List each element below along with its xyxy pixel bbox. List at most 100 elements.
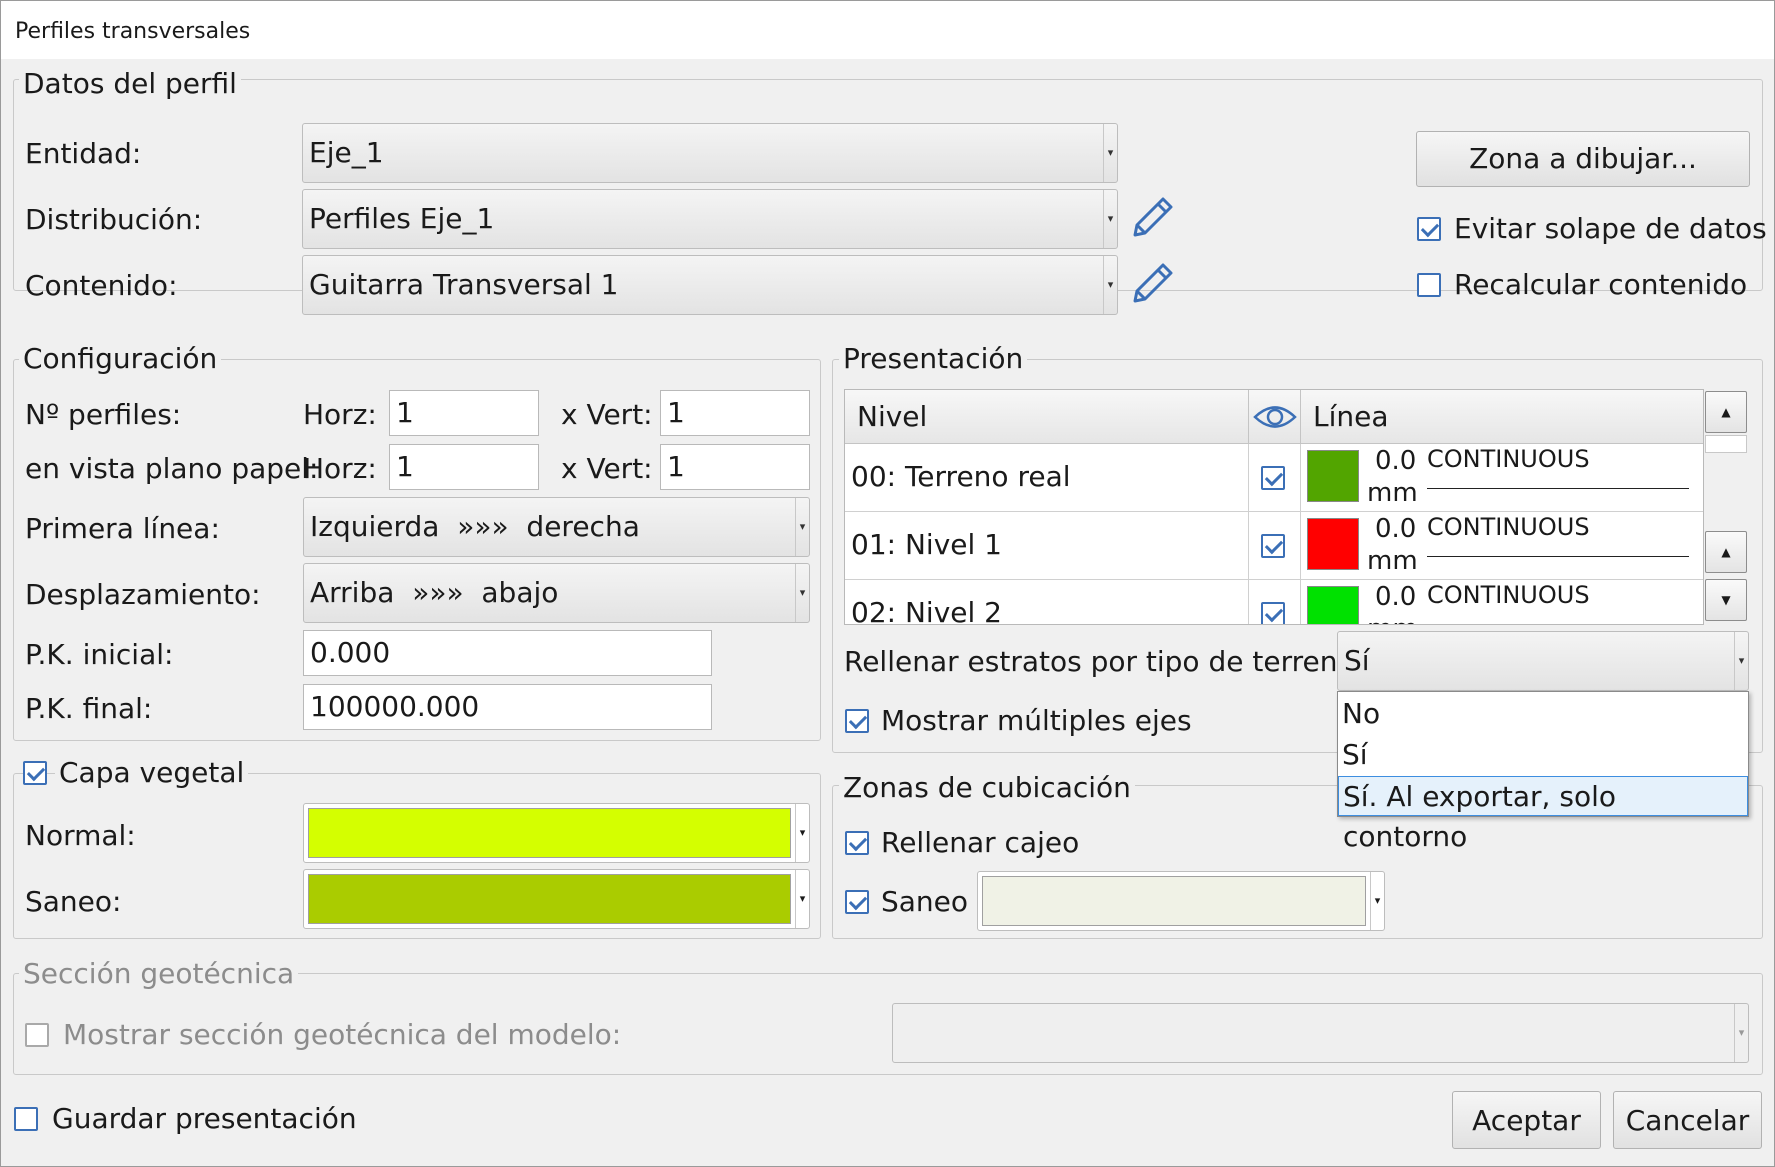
nivel-visible-checkbox[interactable] [1261,602,1285,624]
guardar-presentacion-label: Guardar presentación [52,1102,357,1135]
capa-normal-color-combo[interactable]: ▾ [303,803,810,863]
presentacion-legend: Presentación [839,342,1028,376]
zonas-cubicacion-legend: Zonas de cubicación [839,771,1135,805]
datos-perfil-legend: Datos del perfil [19,67,241,101]
geotecnica-combo[interactable]: ▾ [892,1003,1749,1063]
nivel-cell[interactable]: 00: Terreno real [845,444,1249,512]
scroll-up-icon[interactable]: ▲ [1705,391,1747,433]
nivel-color-swatch [1307,450,1359,502]
pk-final-input[interactable]: 100000.000 [303,684,712,730]
mostrar-geotecnica-label: Mostrar sección geotécnica del modelo: [63,1018,622,1051]
nivel-line-width: 0.0 [1375,446,1417,476]
cancelar-button[interactable]: Cancelar [1613,1091,1762,1149]
zonas-saneo-swatch [982,876,1366,926]
capa-vegetal-checkbox[interactable] [23,761,47,785]
rellenar-estratos-value: Sí [1344,644,1370,677]
edit-contenido-pencil-icon[interactable] [1127,259,1177,309]
seccion-geotecnica-legend: Sección geotécnica [19,957,299,991]
title-bar: Perfiles transversales [1,1,1774,59]
nivel-line-width: 0.0 [1375,514,1417,544]
linetype-preview [1427,488,1689,489]
chevron-down-icon: ▾ [795,870,809,928]
nivel-visible-checkbox[interactable] [1261,534,1285,558]
vista-horz-label: Horz: [303,452,377,485]
vista-vert-label: x Vert: [561,452,653,485]
nivel-linetype: CONTINUOUS [1427,445,1590,473]
col-nivel-header[interactable]: Nivel [845,390,1249,444]
capa-saneo-label: Saneo: [25,885,122,918]
pk-inicial-value: 0.000 [310,636,391,669]
distribucion-value: Perfiles Eje_1 [309,202,495,235]
aceptar-button[interactable]: Aceptar [1452,1091,1601,1149]
dropdown-option[interactable]: No [1338,694,1748,734]
nivel-cell[interactable]: 02: Nivel 2 [845,580,1249,624]
table-row[interactable]: 00: Terreno real 0.0 mm CONTINUOUS [845,444,1703,512]
evitar-solape-checkbox[interactable] [1417,217,1441,241]
pk-inicial-input[interactable]: 0.000 [303,630,712,676]
linea-cell[interactable]: 0.0mmCONTINUOUS [1301,580,1703,625]
nivel-line-unit: mm [1367,546,1418,576]
vista-horz-input[interactable]: 1 [389,444,539,490]
zonas-saneo-color-combo[interactable]: ▾ [977,871,1385,931]
nivel-color-swatch [1307,518,1359,570]
contenido-label: Contenido: [25,269,178,302]
rellenar-estratos-label: Rellenar estratos por tipo de terreno: [844,645,1365,678]
nivel-line-width: 0.0 [1375,582,1417,612]
grid-scrollbar[interactable]: ▲ ▲ ▼ [1704,389,1748,625]
nivel-visible-checkbox[interactable] [1261,466,1285,490]
chevron-down-icon: ▾ [1370,872,1384,930]
nperfiles-horz-input[interactable]: 1 [389,390,539,436]
dropdown-option[interactable]: Sí [1338,735,1748,775]
dialog-window: Perfiles transversales Datos del perfil … [0,0,1775,1167]
entidad-value: Eje_1 [309,136,384,169]
nivel-color-swatch [1307,586,1359,624]
mostrar-ejes-checkbox[interactable] [845,709,869,733]
visible-cell [1249,580,1301,624]
contenido-combo[interactable]: Guitarra Transversal 1 ▾ [302,255,1118,315]
distribucion-combo[interactable]: Perfiles Eje_1 ▾ [302,189,1118,249]
desplazamiento-label: Desplazamiento: [25,578,261,611]
nivel-linetype: CONTINUOUS [1427,513,1590,541]
dropdown-option[interactable]: Sí. Al exportar, solo contorno [1338,776,1748,853]
linea-cell[interactable]: 0.0mm CONTINUOUS [1301,512,1703,580]
recalcular-checkbox[interactable] [1417,273,1441,297]
nperfiles-label: Nº perfiles: [25,398,182,431]
nivel-linetype: CONTINUOUS [1427,581,1590,609]
visible-cell [1249,444,1301,512]
desplazamiento-combo[interactable]: Arriba »»» abajo ▾ [303,563,810,623]
rellenar-estratos-combo[interactable]: Sí ▾ [1337,631,1749,691]
chevron-down-icon: ▾ [1103,124,1117,182]
chevron-down-icon: ▾ [795,564,809,622]
col-visible-header[interactable] [1249,390,1301,444]
mostrar-geotecnica-checkbox[interactable] [25,1023,49,1047]
zona-dibujar-button[interactable]: Zona a dibujar... [1416,131,1750,187]
contenido-value: Guitarra Transversal 1 [309,268,619,301]
nivel-cell[interactable]: 01: Nivel 1 [845,512,1249,580]
nperfiles-vert-input[interactable]: 1 [660,390,810,436]
eye-icon [1253,406,1297,428]
recalcular-label: Recalcular contenido [1454,268,1748,301]
primera-linea-combo[interactable]: Izquierda »»» derecha ▾ [303,497,810,557]
pk-inicial-label: P.K. inicial: [25,638,174,671]
capa-saneo-color-combo[interactable]: ▾ [303,869,810,929]
guardar-presentacion-checkbox[interactable] [14,1107,38,1131]
row-down-icon[interactable]: ▼ [1705,579,1747,621]
table-row[interactable]: 02: Nivel 2 0.0 mm CONTINUOUS [845,580,1703,625]
row-up-icon[interactable]: ▲ [1705,531,1747,573]
nperfiles-horz-label: Horz: [303,398,377,431]
table-row[interactable]: 01: Nivel 1 0.0 mm CONTINUOUS [845,512,1703,580]
configuracion-legend: Configuración [19,342,222,376]
edit-distribucion-pencil-icon[interactable] [1127,193,1177,243]
scroll-thumb[interactable] [1705,435,1747,453]
rellenar-estratos-dropdown-list: No Sí Sí. Al exportar, solo contorno [1337,691,1749,853]
entidad-combo[interactable]: Eje_1 ▾ [302,123,1118,183]
chevron-down-icon: ▾ [1103,190,1117,248]
col-linea-header[interactable]: Línea [1301,390,1703,444]
vista-vert-input[interactable]: 1 [660,444,810,490]
zonas-saneo-checkbox[interactable] [845,890,869,914]
pk-final-value: 100000.000 [310,690,480,723]
linea-cell[interactable]: 0.0mmCONTINUOUS [1301,444,1703,512]
rellenar-cajeo-checkbox[interactable] [845,831,869,855]
linetype-preview [1427,624,1689,625]
chevron-down-icon: ▾ [795,498,809,556]
